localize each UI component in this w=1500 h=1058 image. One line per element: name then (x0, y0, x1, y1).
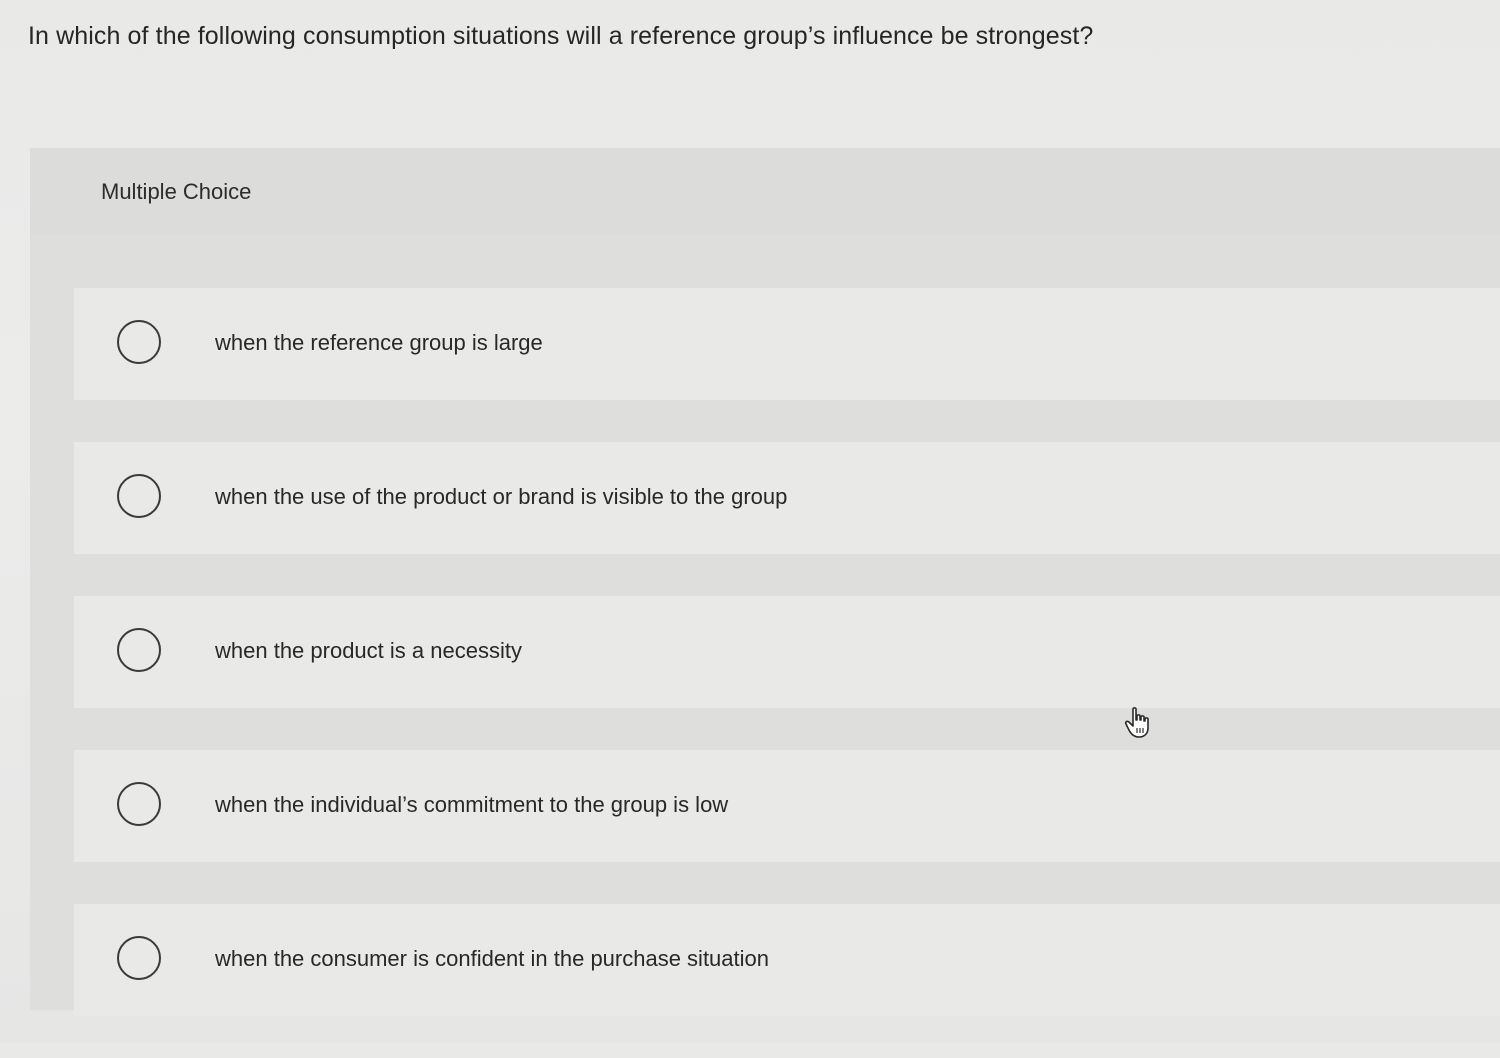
radio-button-icon[interactable] (117, 782, 161, 826)
option-item[interactable]: when the consumer is confident in the pu… (74, 904, 1500, 1016)
option-label[interactable]: when the individual’s commitment to the … (215, 792, 728, 818)
option-label[interactable]: when the use of the product or brand is … (215, 484, 787, 510)
hand-pointer-icon (1124, 707, 1149, 738)
option-item[interactable]: when the use of the product or brand is … (74, 442, 1500, 554)
radio-button-icon[interactable] (117, 474, 161, 518)
option-label[interactable]: when the reference group is large (215, 330, 543, 356)
option-item[interactable]: when the reference group is large (74, 288, 1500, 400)
multiple-choice-label: Multiple Choice (101, 179, 252, 204)
options-list: when the reference group is large when t… (74, 288, 1500, 1058)
radio-button-icon[interactable] (117, 628, 161, 672)
radio-button-icon[interactable] (117, 936, 161, 980)
option-label[interactable]: when the product is a necessity (215, 638, 522, 664)
multiple-choice-header: Multiple Choice (30, 148, 1500, 234)
radio-button-icon[interactable] (117, 320, 161, 364)
option-item[interactable]: when the individual’s commitment to the … (74, 750, 1500, 862)
question-text: In which of the following consumption si… (28, 22, 1094, 50)
option-item[interactable]: when the product is a necessity (74, 596, 1500, 708)
multiple-choice-panel: Multiple Choice when the reference group… (30, 148, 1500, 1016)
option-label[interactable]: when the consumer is confident in the pu… (215, 946, 769, 972)
